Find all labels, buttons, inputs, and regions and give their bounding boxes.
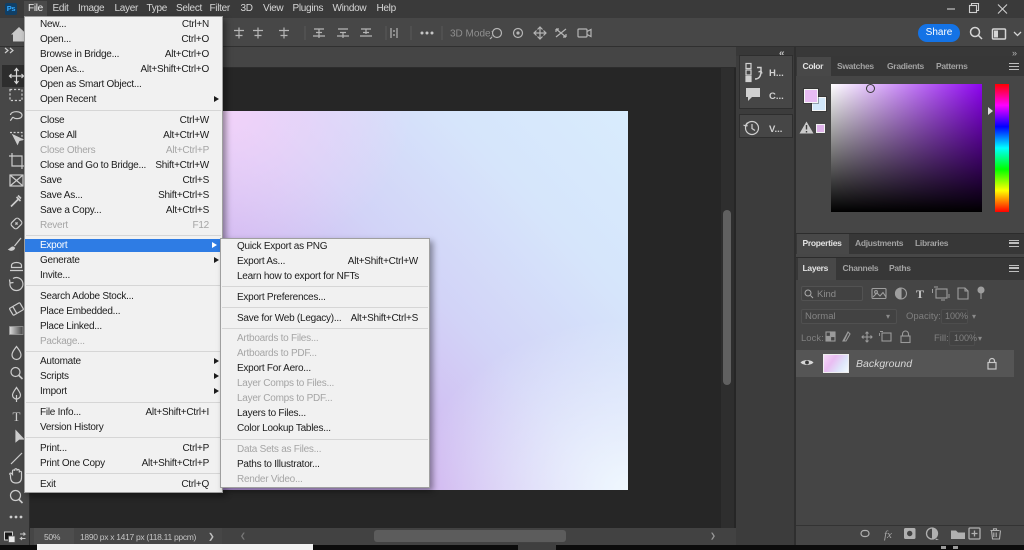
svg-text:C...: C... — [769, 91, 784, 102]
svg-text:fx: fx — [884, 529, 892, 541]
svg-text:3D Mode:: 3D Mode: — [450, 29, 493, 40]
svg-text:H...: H... — [769, 68, 784, 79]
svg-text:T: T — [916, 287, 924, 301]
svg-text:T: T — [13, 409, 21, 424]
svg-text:V...: V... — [769, 124, 782, 135]
